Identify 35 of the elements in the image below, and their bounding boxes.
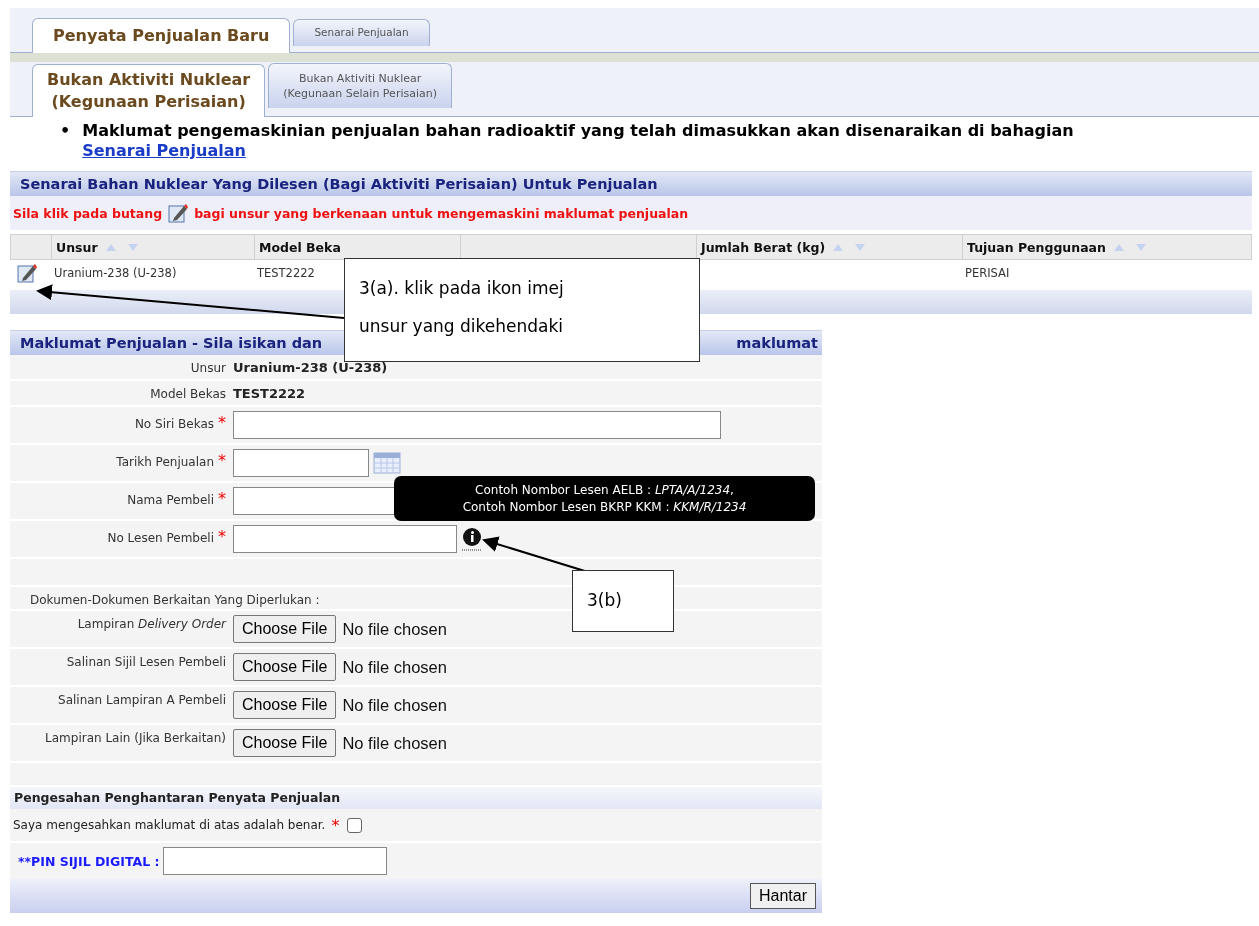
section-header: Senarai Bahan Nuklear Yang Dilesen (Bagi Aktiviti Perisaian) Untuk Penjualan <box>10 171 1252 196</box>
pin-label: **PIN SIJIL DIGITAL : <box>18 853 160 869</box>
file-status: No file chosen <box>342 695 447 715</box>
field-label: Lampiran Lain (Jika Berkaitan) <box>45 731 226 745</box>
instruction-text: bagi unsur yang berkenaan untuk mengemaskini maklumat penjualan <box>194 205 689 221</box>
field-label: Salinan Lampiran A Pembeli <box>58 693 226 707</box>
field-label: Model Bekas <box>150 387 226 401</box>
callout: 3(a). klik pada ikon imej unsur yang dikehendaki <box>344 258 700 362</box>
table-cell-text: PERISAI <box>964 266 1011 280</box>
required-mark: * <box>218 489 226 508</box>
field-value: TEST2222 <box>233 385 306 401</box>
file-status: No file chosen <box>342 657 447 677</box>
file-status: No file chosen <box>342 733 447 753</box>
tooltip: Contoh Nombor Lesen AELB : LPTA/A/1234, Contoh Nombor Lesen BKRP KKM : KKM/R/1234 <box>394 476 815 521</box>
table-cell-text: TEST2222 <box>256 266 316 280</box>
bullet: • <box>60 121 71 142</box>
field-label: Salinan Sijil Lesen Pembeli <box>66 655 226 669</box>
instruction-text: Sila klik pada butang <box>13 205 163 221</box>
field-label: Unsur <box>190 361 226 375</box>
file-status: No file chosen <box>342 619 447 639</box>
field-label: No Siri Bekas <box>134 417 214 431</box>
required-mark: * <box>218 527 226 546</box>
field-value: Uranium-238 (U-238) <box>233 359 388 375</box>
confirmation-text: Saya mengesahkan maklumat di atas adalah benar. <box>13 818 326 832</box>
callout: 3(b) <box>572 570 674 632</box>
required-mark: * <box>331 815 340 835</box>
section-header: Pengesahan Penghantaran Penyata Penjualan <box>10 787 822 809</box>
field-label: No Lesen Pembeli <box>107 531 214 545</box>
field-label: Lampiran Delivery Order <box>77 617 226 631</box>
notice-text: Maklumat pengemaskinian penjualan bahan radioaktif yang telah dimasukkan akan disenaraikan di bahagian Senarai Penjualan <box>82 121 1075 162</box>
field-label: Tarikh Penjualan <box>116 455 214 469</box>
required-mark: * <box>218 413 226 432</box>
required-mark: * <box>218 451 226 470</box>
field-label: Nama Pembeli <box>127 493 214 507</box>
table-cell-text: Uranium-238 (U-238) <box>53 266 178 280</box>
